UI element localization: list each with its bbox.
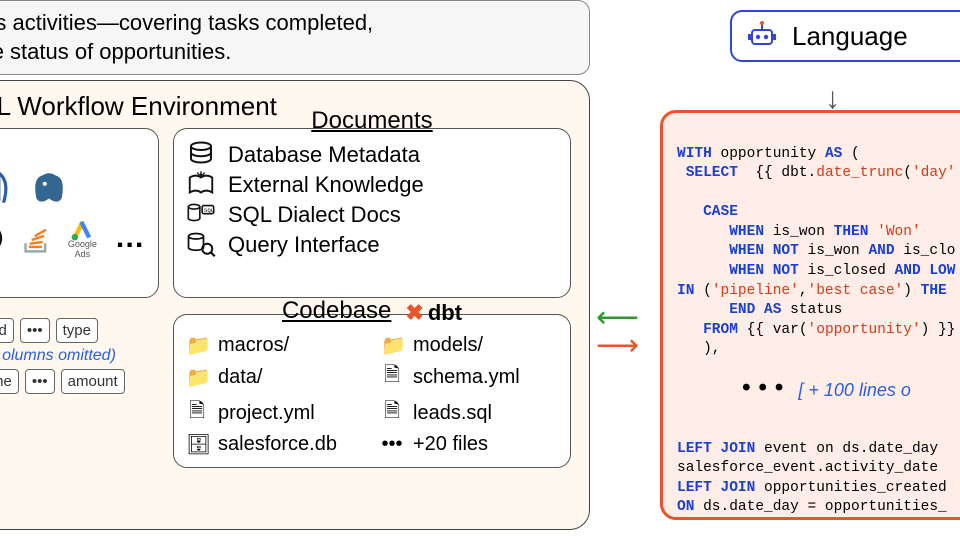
sql-output: WITH opportunity AS ( SELECT {{ dbt.date… xyxy=(660,110,960,520)
svg-text:SQL: SQL xyxy=(204,207,215,214)
ellipsis-icon: … xyxy=(113,217,146,259)
columns-omitted-note: olumns omitted) xyxy=(0,347,159,365)
codebase-heading: Codebase xyxy=(282,297,391,325)
sqlite-icon xyxy=(0,167,14,209)
table-cell: unt_id xyxy=(0,318,14,343)
file-icon: 🗎 xyxy=(381,360,403,394)
file-icon: 🗎 xyxy=(186,396,208,430)
google-ads-label: Google Ads xyxy=(65,239,99,259)
table-cell: ••• xyxy=(25,369,55,394)
prompt-line-1: sales activities—covering tasks complete… xyxy=(0,9,575,38)
arrow-right-icon: ⟶ xyxy=(596,328,639,363)
dbt-label: dbt xyxy=(428,300,462,326)
dbt-mark-icon: ✖ xyxy=(405,300,423,326)
lines-omitted-note: [ + 100 lines o xyxy=(798,378,911,402)
db-file-icon: 🗄 xyxy=(186,432,208,457)
file-item: +20 files xyxy=(413,433,488,456)
documents-panel: Documents Database Metadata External Kno… xyxy=(173,128,571,298)
ellipsis-icon: ••• xyxy=(381,433,403,456)
dbt-logo: ✖ dbt xyxy=(405,300,462,326)
language-model-box: Language xyxy=(730,10,960,62)
postgres-icon xyxy=(28,167,70,209)
table-sketch: unt_id ••• type olumns omitted) _name ••… xyxy=(0,314,159,398)
ellipsis-icon: ••• xyxy=(739,374,788,406)
prompt-box: sales activities—covering tasks complete… xyxy=(0,0,590,75)
stackoverflow-icon xyxy=(19,217,52,259)
database-icon xyxy=(186,141,216,169)
robot-icon xyxy=(746,20,778,52)
table-cell: ••• xyxy=(20,318,50,343)
prompt-line-2: d the status of opportunities. xyxy=(0,38,575,67)
data-sources-panel: Google Ads … xyxy=(0,128,159,298)
file-icon: 🗎 xyxy=(381,396,403,430)
doc-item-sql-dialect: SQL Dialect Docs xyxy=(228,202,401,228)
query-interface-icon xyxy=(186,231,216,259)
doc-item-ext-knowledge: External Knowledge xyxy=(228,172,424,198)
file-item: models/ xyxy=(413,334,483,357)
sql-docs-icon: SQL xyxy=(186,201,216,229)
google-ads-icon: Google Ads xyxy=(65,217,99,259)
folder-icon: 📁 xyxy=(381,333,403,358)
table-cell: amount xyxy=(61,369,125,394)
workflow-environment: SQL Workflow Environment xyxy=(0,80,590,530)
codebase-panel: Codebase ✖ dbt 📁macros/ 📁models/ 📁data/ … xyxy=(173,314,571,468)
file-item: data/ xyxy=(218,366,262,389)
file-item: salesforce.db xyxy=(218,433,337,456)
documents-heading: Documents xyxy=(186,107,558,135)
file-item: schema.yml xyxy=(413,366,520,389)
file-item: macros/ xyxy=(218,334,289,357)
doc-item-db-meta: Database Metadata xyxy=(228,142,420,168)
file-item: leads.sql xyxy=(413,402,492,425)
doc-item-query-iface: Query Interface xyxy=(228,232,380,258)
folder-icon: 📁 xyxy=(186,365,208,390)
file-item: project.yml xyxy=(218,402,315,425)
github-icon xyxy=(0,217,5,259)
folder-icon: 📁 xyxy=(186,333,208,358)
table-cell: _name xyxy=(0,369,19,394)
language-model-label: Language xyxy=(792,21,908,52)
book-icon xyxy=(186,171,216,199)
table-cell: type xyxy=(56,318,98,343)
sql-ellipsis-row: ••• [ + 100 lines o xyxy=(677,374,960,406)
